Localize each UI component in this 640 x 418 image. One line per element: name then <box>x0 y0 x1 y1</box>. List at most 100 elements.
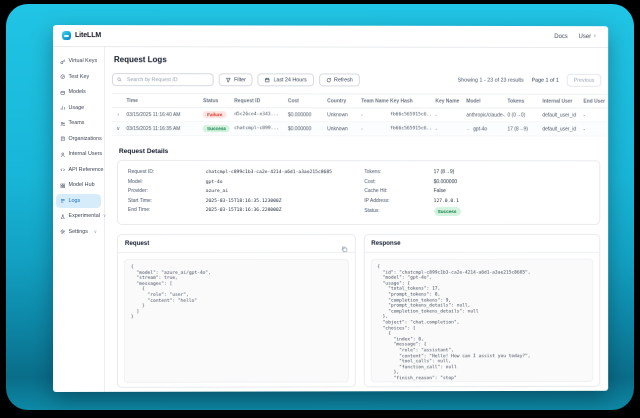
gear-icon <box>60 229 65 235</box>
sidebar-item-usage[interactable]: Usage <box>56 101 101 116</box>
user-menu[interactable]: User ∨ <box>579 34 597 40</box>
sidebar-item-experimental[interactable]: Experimental ∨ <box>56 209 101 223</box>
request-panel: Request { "model": "azure_ai/gpt-4o", "s… <box>117 234 355 388</box>
user-icon <box>60 152 65 158</box>
request-panel-title: Request <box>125 240 149 247</box>
sidebar-item-virtual-keys[interactable]: Virtual Keys <box>56 54 101 69</box>
sidebar-item-model-hub[interactable]: Model Hub <box>56 178 101 193</box>
search-input[interactable] <box>125 76 209 84</box>
cell-team-name: - <box>359 122 388 136</box>
detail-value-start-time: 2025-03-15T18:16:35.123000Z <box>206 198 282 205</box>
cell-key-hash: fb66c565915c6... <box>388 108 433 122</box>
sidebar-item-label: Models <box>68 89 85 95</box>
status-badge: Success <box>203 125 230 132</box>
sidebar-item-organizations[interactable]: Organizations <box>56 132 101 147</box>
col-key-name: Key Name <box>433 95 464 108</box>
chevron-down-icon: ∨ <box>94 229 97 233</box>
chevron-down-icon: ∨ <box>593 34 596 38</box>
request-details-title: Request Details <box>119 148 600 155</box>
response-panel: Response { "id": "chatcmpl-c899c1b3-ca2e… <box>363 234 600 387</box>
detail-label: IP Address: <box>364 198 433 205</box>
cell-cost: $0.000000 <box>286 122 325 136</box>
detail-label: Cache Hit: <box>364 188 433 195</box>
detail-label: Start Time: <box>128 198 206 205</box>
search-icon <box>117 77 122 82</box>
copy-icon[interactable] <box>340 240 347 247</box>
collapse-row-icon[interactable]: ∨ <box>112 122 124 136</box>
cell-key-hash: fb66c565915c6... <box>388 122 433 136</box>
sidebar-item-label: Model Hub <box>68 182 94 188</box>
request-details-card: Request ID:chatcmpl-c899c1b3-ca2e-4214-a… <box>117 160 600 225</box>
detail-value-cost: $0.000000 <box>434 179 457 186</box>
detail-value-request-id: chatcmpl-c899c1b3-ca2e-4214-a6d1-a3ae215… <box>206 169 332 176</box>
detail-label: Provider: <box>128 188 206 196</box>
detail-value-provider: azure_ai <box>206 188 228 195</box>
litellm-logo-icon <box>62 31 71 40</box>
detail-label: End Time: <box>128 207 206 214</box>
detail-label: Request ID: <box>128 169 206 177</box>
main-content: Request Logs Filter Last 24 Hours Refres… <box>105 47 608 392</box>
expand-row-icon[interactable]: › <box>112 108 124 122</box>
detail-label: Status: <box>364 208 433 215</box>
sidebar-item-label: Settings <box>68 229 87 235</box>
status-badge: Failure <box>203 111 226 118</box>
sidebar-item-label: Logs <box>68 198 80 204</box>
col-internal-user: Internal User <box>540 95 581 108</box>
table-header-row: Time Status Request ID Cost Country Team… <box>112 94 608 108</box>
cell-key-name: - <box>433 108 464 122</box>
previous-page-button[interactable]: Previous <box>567 74 602 87</box>
detail-label: Tokens: <box>364 169 433 176</box>
sidebar-item-label: Test Key <box>68 74 89 80</box>
sidebar-item-test-key[interactable]: Test Key <box>56 70 101 85</box>
col-end-user: End User <box>581 95 608 108</box>
request-json-code: { "model": "azure_ai/gpt-4o", "stream": … <box>124 259 348 383</box>
sidebar-item-teams[interactable]: Teams <box>56 116 101 131</box>
logs-icon <box>60 198 65 203</box>
teams-icon <box>60 121 65 127</box>
detail-value-ip-address: 127.0.0.1 <box>434 198 459 205</box>
sidebar-item-label: API Reference <box>68 167 103 173</box>
sidebar-item-logs[interactable]: Logs <box>56 194 101 208</box>
cell-model: ←gpt-4o <box>464 122 505 136</box>
table-row[interactable]: › 03/15/2025 11:16:40 AM Failure d5c26ce… <box>112 108 608 123</box>
docs-link[interactable]: Docs <box>554 34 568 40</box>
search-input-wrap <box>112 73 214 86</box>
sidebar-item-api-reference[interactable]: API Reference <box>56 163 101 178</box>
cell-country: Unknown <box>325 122 359 136</box>
detail-value-tokens: 17 (8→9) <box>434 169 455 176</box>
app-window: LiteLLM Docs User ∨ Virtual Keys Test Ke… <box>53 25 608 392</box>
code-icon <box>60 167 65 173</box>
cell-cost: $0.000000 <box>286 108 325 122</box>
top-navbar: LiteLLM Docs User ∨ <box>53 25 608 48</box>
detail-value-cache-hit: False <box>434 188 446 195</box>
cell-tokens: 17 (8→9) <box>505 122 540 136</box>
refresh-button[interactable]: Refresh <box>319 73 360 86</box>
sidebar-item-models[interactable]: Models <box>56 85 101 100</box>
col-team-name: Team Name <box>359 94 388 107</box>
cell-end-user: - <box>581 122 608 136</box>
col-model: Model <box>464 95 505 108</box>
grid-icon <box>60 183 65 189</box>
cell-team-name: - <box>359 108 388 122</box>
detail-label: Model: <box>128 179 206 187</box>
col-status: Status <box>201 94 232 108</box>
sidebar-item-internal-users[interactable]: Internal Users <box>56 147 101 162</box>
sidebar-item-label: Organizations <box>68 136 101 142</box>
results-count: Showing 1 - 23 of 23 results <box>458 77 524 83</box>
response-json-code: { "id": "chatcmpl-c899c1b3-ca2e-4214-a6d… <box>370 259 593 383</box>
logs-toolbar: Filter Last 24 Hours Refresh Showing 1 -… <box>112 73 608 87</box>
sidebar-item-settings[interactable]: Settings ∨ <box>56 224 101 239</box>
building-icon <box>60 136 65 142</box>
sidebar-item-label: Internal Users <box>68 151 102 157</box>
fallback-arrow-icon: ← <box>466 126 471 132</box>
col-expander <box>112 94 124 108</box>
logs-table: Time Status Request ID Cost Country Team… <box>112 93 608 136</box>
flask-icon <box>60 213 65 218</box>
sidebar-item-label: Virtual Keys <box>68 58 97 64</box>
filter-button[interactable]: Filter <box>219 73 253 86</box>
table-row[interactable]: ∨ 03/15/2025 11:16:35 AM Success chatcmp… <box>112 122 608 136</box>
sidebar: Virtual Keys Test Key Models Usage Teams… <box>53 47 105 392</box>
time-range-button[interactable]: Last 24 Hours <box>258 73 314 86</box>
filter-button-label: Filter <box>234 77 246 83</box>
col-country: Country <box>325 94 359 107</box>
